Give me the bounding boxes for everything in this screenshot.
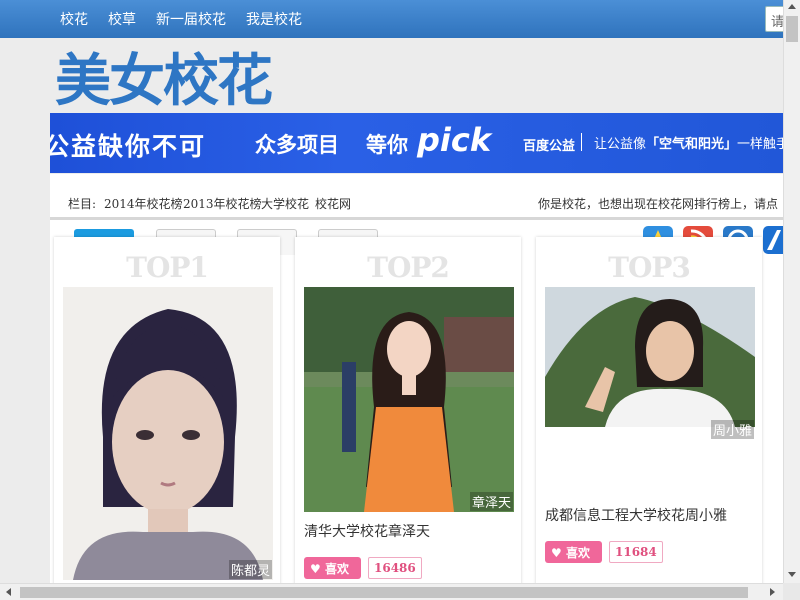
profile-photo[interactable]: 周小雅: [545, 287, 755, 487]
breadcrumb-link-2013[interactable]: 2013年校花榜: [183, 195, 262, 212]
card-caption[interactable]: 清华大学校花章泽天: [304, 521, 430, 541]
heart-icon: ♥: [310, 562, 321, 576]
top-navigation-bar: 校花 校草 新一届校花 我是校花: [0, 0, 783, 38]
scroll-down-arrow-icon[interactable]: [788, 572, 796, 577]
breadcrumb-link-university[interactable]: 大学校花: [261, 195, 309, 212]
horizontal-scrollbar[interactable]: [0, 583, 783, 600]
like-button[interactable]: ♥ 喜欢: [304, 557, 361, 579]
banner-pick-logo: pick: [417, 121, 492, 159]
ranking-card-2[interactable]: TOP2 章泽天 清华大学校花章泽天 ♥ 喜欢 16486: [295, 237, 521, 583]
ranking-card-1[interactable]: TOP1 陈都灵: [54, 237, 280, 583]
heart-icon: ♥: [551, 546, 562, 560]
banner-baidu-charity: 百度公益: [523, 139, 576, 154]
like-label: 喜欢: [565, 546, 590, 560]
photo-name-overlay: 章泽天: [469, 492, 513, 511]
vertical-scroll-thumb[interactable]: [786, 16, 798, 42]
vertical-scrollbar[interactable]: [783, 0, 800, 583]
nav-item-new-xiaohua[interactable]: 新一届校花: [156, 9, 226, 29]
horizontal-scroll-thumb[interactable]: [20, 587, 748, 598]
breadcrumb-link-2014[interactable]: 2014年校花榜: [104, 195, 183, 212]
share-icon[interactable]: [763, 226, 783, 254]
card-caption[interactable]: 成都信息工程大学校花周小雅: [545, 505, 727, 525]
browser-viewport: 校花 校草 新一届校花 我是校花 美女校花 公益缺你不可 众多项目 等你 pic…: [0, 0, 783, 583]
scroll-left-arrow-icon[interactable]: [6, 588, 11, 596]
photo-name-overlay: 陈都灵: [228, 560, 272, 579]
photo-name-overlay: 周小雅: [710, 420, 754, 439]
like-label: 喜欢: [324, 562, 349, 576]
banner-subtitle: 众多项目: [255, 133, 339, 157]
like-count: 11684: [609, 541, 663, 563]
rank-label: TOP2: [367, 251, 450, 284]
banner-slogan: 让公益像「空气和阳光」一样触手: [594, 137, 783, 152]
breadcrumb-label: 栏目:: [68, 197, 97, 211]
breadcrumb-link-site[interactable]: 校花网: [315, 195, 351, 212]
submit-invite-text[interactable]: 你是校花，也想出现在校花网排行榜上，请点: [538, 195, 778, 212]
rank-label: TOP1: [126, 251, 209, 284]
scroll-right-arrow-icon[interactable]: [770, 588, 775, 596]
charity-banner-ad[interactable]: 公益缺你不可 众多项目 等你 pick 百度公益 让公益像「空气和阳光」一样触手: [50, 113, 783, 173]
like-button[interactable]: ♥ 喜欢: [545, 541, 602, 563]
breadcrumb: 栏目: 2014年校花榜 2013年校花榜 大学校花 校花网 你是校花，也想出现…: [50, 174, 783, 220]
nav-item-xiaohua[interactable]: 校花: [60, 9, 88, 29]
scroll-up-arrow-icon[interactable]: [788, 4, 796, 9]
banner-headline: 公益缺你不可: [50, 132, 207, 161]
ranking-card-3[interactable]: TOP3 周小雅 成都信息工程大学校花周小雅 ♥ 喜欢 11684: [536, 237, 762, 583]
site-logo[interactable]: 美女校花: [55, 52, 273, 112]
scrollbar-corner: [783, 583, 800, 600]
rank-label: TOP3: [608, 251, 691, 284]
banner-subtitle-2: 等你: [366, 133, 408, 157]
banner-divider: [581, 133, 582, 151]
like-count: 16486: [368, 557, 422, 579]
nav-item-xiaocao[interactable]: 校草: [108, 9, 136, 29]
profile-photo[interactable]: 章泽天: [304, 287, 514, 512]
profile-photo[interactable]: 陈都灵: [63, 287, 273, 580]
nav-item-i-am-xiaohua[interactable]: 我是校花: [246, 9, 302, 29]
